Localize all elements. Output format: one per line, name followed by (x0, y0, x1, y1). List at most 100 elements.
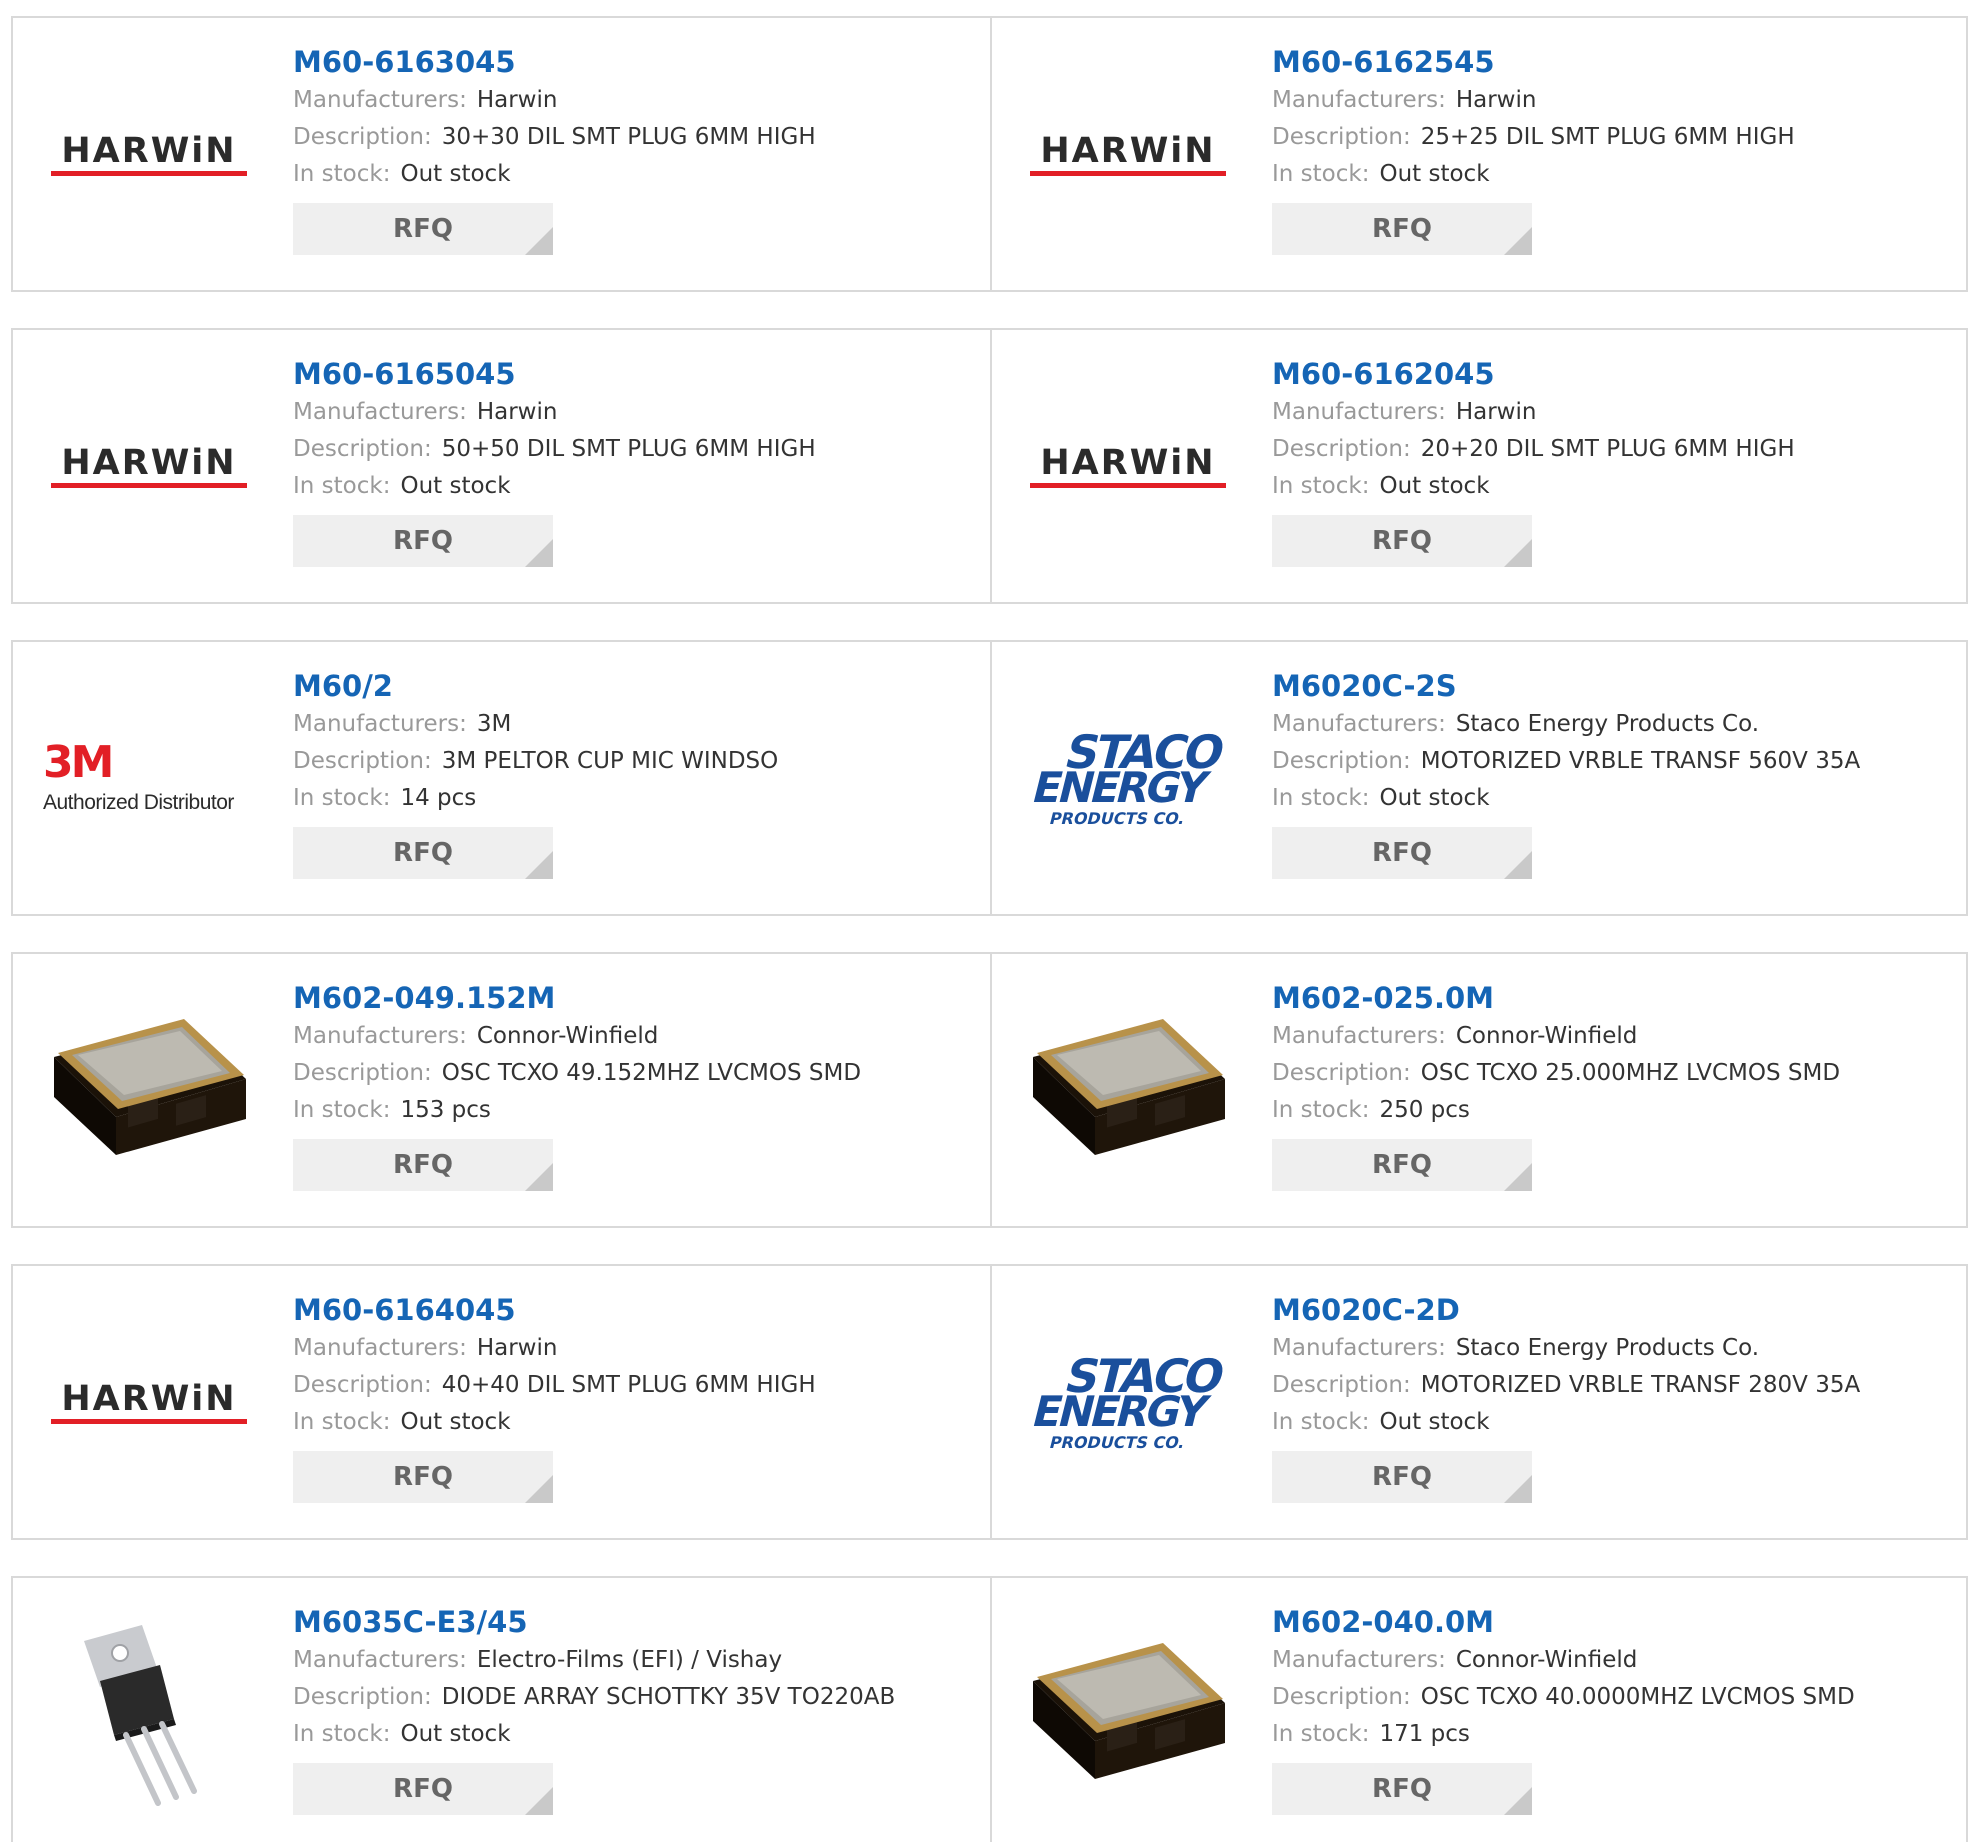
stock-field: In stock: Out stock (1272, 1404, 1860, 1441)
part-number-link[interactable]: M602-025.0M (1272, 978, 1840, 1018)
product-image[interactable] (43, 984, 255, 1196)
description-value: 25+25 DIL SMT PLUG 6MM HIGH (1420, 124, 1795, 150)
part-number-link[interactable]: M6020C-2S (1272, 666, 1860, 706)
rfq-button[interactable]: RFQ (1272, 1763, 1532, 1815)
product-card: HARWiN M60-6162045 Manufacturers: Harwin Des… (992, 330, 1968, 602)
product-row: HARWiN M60-6164045 Manufacturers: Harwin Des… (11, 1264, 1968, 1540)
corner-decoration (1504, 539, 1532, 567)
manufacturer-value: Connor-Winfield (476, 1023, 659, 1049)
description-field: Description: 40+40 DIL SMT PLUG 6MM HIGH (293, 1367, 816, 1404)
rfq-button[interactable]: RFQ (293, 515, 553, 567)
part-number-link[interactable]: M602-049.152M (293, 978, 861, 1018)
part-number-link[interactable]: M60-6162045 (1272, 354, 1795, 394)
product-card: HARWiN M60-6163045 Manufacturers: Harwin Des… (13, 18, 990, 290)
stock-value: 153 pcs (400, 1097, 491, 1123)
product-info: M6020C-2D Manufacturers: Staco Energy Prod… (1272, 1290, 1860, 1503)
product-row: M602-049.152M Manufacturers: Connor-Winfie… (11, 952, 1968, 1228)
rfq-label: RFQ (1372, 1774, 1432, 1804)
rfq-button[interactable]: RFQ (1272, 827, 1532, 879)
stock-value: Out stock (400, 1721, 511, 1747)
manufacturer-field: Manufacturers: Connor-Winfield (293, 1018, 861, 1055)
product-row: HARWiN M60-6163045 Manufacturers: Harwin Des… (11, 16, 1968, 292)
stock-value: 171 pcs (1379, 1721, 1470, 1747)
product-card: STACO ENERGY PRODUCTS CO. M6020C-2S Manufact… (992, 642, 1968, 914)
product-image[interactable]: STACO ENERGY PRODUCTS CO. (1022, 672, 1234, 884)
rfq-button[interactable]: RFQ (293, 203, 553, 255)
rfq-button[interactable]: RFQ (1272, 515, 1532, 567)
manufacturer-field: Manufacturers: Connor-Winfield (1272, 1642, 1855, 1679)
stock-value: Out stock (1379, 785, 1490, 811)
description-field: Description: 3M PELTOR CUP MIC WINDSO (293, 743, 778, 780)
staco-logo: STACOENERGYPRODUCTS CO. (1027, 1351, 1228, 1452)
product-image[interactable]: HARWiN (43, 360, 255, 572)
stock-label: In stock: (293, 1721, 391, 1747)
part-number-link[interactable]: M6020C-2D (1272, 1290, 1860, 1330)
corner-decoration (525, 539, 553, 567)
product-image[interactable]: 3M Authorized Distributor (43, 672, 255, 884)
stock-field: In stock: Out stock (1272, 780, 1860, 817)
stock-label: In stock: (293, 161, 391, 187)
part-number-link[interactable]: M60-6165045 (293, 354, 816, 394)
product-image[interactable]: HARWiN (43, 48, 255, 260)
part-number-link[interactable]: M60/2 (293, 666, 778, 706)
part-number-link[interactable]: M602-040.0M (1272, 1602, 1855, 1642)
rfq-button[interactable]: RFQ (293, 827, 553, 879)
harwin-logo: HARWiN (51, 132, 247, 176)
product-info: M6020C-2S Manufacturers: Staco Energy Prod… (1272, 666, 1860, 879)
product-image[interactable]: STACO ENERGY PRODUCTS CO. (1022, 1296, 1234, 1508)
rfq-button[interactable]: RFQ (1272, 203, 1532, 255)
product-info: M60-6164045 Manufacturers: Harwin Descripti… (293, 1290, 816, 1503)
stock-value: 250 pcs (1379, 1097, 1470, 1123)
rfq-button[interactable]: RFQ (293, 1763, 553, 1815)
rfq-button[interactable]: RFQ (293, 1451, 553, 1503)
description-value: 3M PELTOR CUP MIC WINDSO (441, 748, 779, 774)
manufacturer-label: Manufacturers: (1272, 711, 1446, 737)
product-image[interactable]: HARWiN (1022, 360, 1234, 572)
part-number-link[interactable]: M60-6163045 (293, 42, 816, 82)
corner-decoration (525, 227, 553, 255)
description-label: Description: (293, 1060, 432, 1086)
to220-photo (84, 1625, 197, 1806)
manufacturer-field: Manufacturers: Harwin (293, 394, 816, 431)
rfq-button[interactable]: RFQ (1272, 1451, 1532, 1503)
part-number-link[interactable]: M6035C-E3/45 (293, 1602, 895, 1642)
part-number-link[interactable]: M60-6164045 (293, 1290, 816, 1330)
product-image[interactable] (1022, 1608, 1234, 1820)
product-image[interactable] (1022, 984, 1234, 1196)
product-card: STACO ENERGY PRODUCTS CO. M6020C-2D Manufact… (992, 1266, 1968, 1538)
corner-decoration (1504, 227, 1532, 255)
manufacturer-label: Manufacturers: (293, 711, 467, 737)
description-field: Description: 20+20 DIL SMT PLUG 6MM HIGH (1272, 431, 1795, 468)
description-field: Description: MOTORIZED VRBLE TRANSF 280V … (1272, 1367, 1860, 1404)
description-label: Description: (293, 436, 432, 462)
stock-field: In stock: Out stock (293, 156, 816, 193)
harwin-logo: HARWiN (51, 444, 247, 488)
product-image[interactable] (43, 1608, 255, 1820)
description-label: Description: (293, 1372, 432, 1398)
stock-label: In stock: (1272, 1097, 1370, 1123)
manufacturer-field: Manufacturers: Connor-Winfield (1272, 1018, 1840, 1055)
product-card: HARWiN M60-6165045 Manufacturers: Harwin Des… (13, 330, 990, 602)
rfq-button[interactable]: RFQ (293, 1139, 553, 1191)
product-card: 3M Authorized Distributor M60/2 Manufacture… (13, 642, 990, 914)
description-value: 40+40 DIL SMT PLUG 6MM HIGH (441, 1372, 816, 1398)
manufacturer-label: Manufacturers: (1272, 1647, 1446, 1673)
part-number-link[interactable]: M60-6162545 (1272, 42, 1795, 82)
stock-label: In stock: (293, 473, 391, 499)
product-card: HARWiN M60-6162545 Manufacturers: Harwin Des… (992, 18, 1968, 290)
description-label: Description: (1272, 124, 1411, 150)
description-field: Description: 25+25 DIL SMT PLUG 6MM HIGH (1272, 119, 1795, 156)
rfq-button[interactable]: RFQ (1272, 1139, 1532, 1191)
description-value: OSC TCXO 40.0000MHZ LVCMOS SMD (1420, 1684, 1855, 1710)
manufacturer-value: 3M (476, 711, 512, 737)
stock-field: In stock: Out stock (293, 1716, 895, 1753)
product-image[interactable]: HARWiN (1022, 48, 1234, 260)
stock-value: Out stock (400, 1409, 511, 1435)
stock-value: Out stock (400, 161, 511, 187)
description-label: Description: (1272, 1684, 1411, 1710)
product-image[interactable]: HARWiN (43, 1296, 255, 1508)
manufacturer-label: Manufacturers: (293, 399, 467, 425)
description-field: Description: 30+30 DIL SMT PLUG 6MM HIGH (293, 119, 816, 156)
product-info: M60-6165045 Manufacturers: Harwin Descripti… (293, 354, 816, 567)
product-info: M602-040.0M Manufacturers: Connor-Winfield… (1272, 1602, 1855, 1815)
